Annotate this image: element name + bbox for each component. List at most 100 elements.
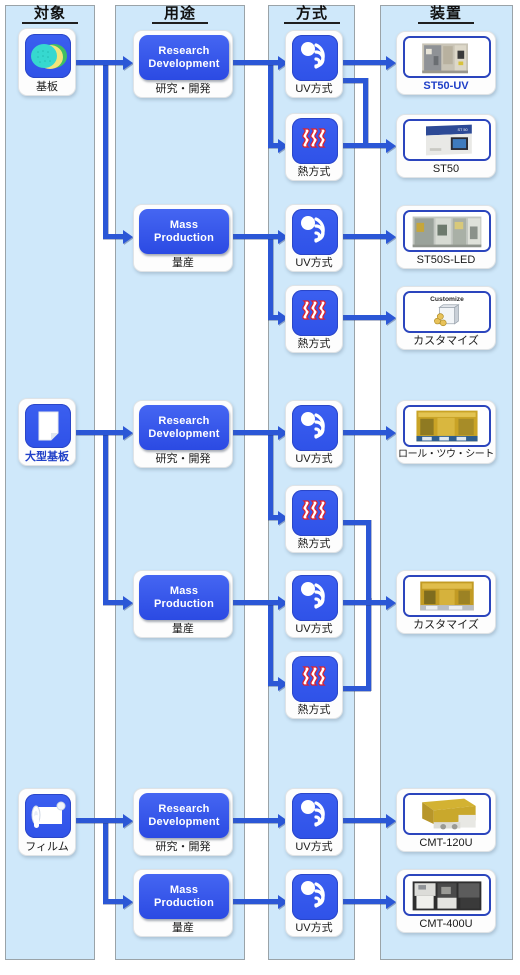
method-node-5[interactable]: UV方式	[285, 400, 343, 468]
device-node-customize-2[interactable]: カスタマイズ	[396, 570, 496, 634]
arrow-m7-d6	[386, 595, 396, 610]
st50-photo-art: ST 50	[405, 121, 489, 159]
usage-box-3[interactable]: Research Development	[139, 405, 229, 450]
cmt400u-machine-photo	[403, 874, 491, 916]
column-header-target: 対象	[22, 6, 78, 24]
target-node-large-substrate[interactable]: 大型基板	[18, 398, 76, 466]
usage-box-6[interactable]: Mass Production	[139, 874, 229, 919]
target-label-substrate: 基板	[36, 81, 58, 93]
customize-line-photo	[403, 575, 491, 617]
usage-line1-5: Research	[158, 802, 210, 815]
uv-radiation-glyph	[301, 216, 325, 243]
method-node-10[interactable]: UV方式	[285, 869, 343, 937]
heat-waves-glyph	[302, 128, 326, 148]
connector-m5-d5	[343, 430, 391, 435]
usage-node-3[interactable]: Research Development 研究・開発	[133, 400, 233, 468]
device-label-st50: ST50	[432, 163, 460, 175]
arrow-t3-u6	[123, 894, 133, 909]
connector-m2-d2	[343, 143, 391, 148]
usage-line2-4: Production	[153, 597, 215, 610]
connector-m3-d3	[343, 234, 391, 239]
device-node-st50s-led[interactable]: ST50S-LED	[396, 205, 496, 269]
customize-illustration-art: Customize	[405, 293, 489, 331]
device-node-customize-1[interactable]: Customize カスタマイズ	[396, 286, 496, 350]
connector-m8-merge-v	[366, 598, 371, 691]
arrow-m4-d4	[386, 310, 396, 325]
usage-line1-4: Mass	[169, 584, 199, 597]
usage-label-3: 研究・開発	[155, 453, 211, 465]
method-label-7: UV方式	[295, 623, 333, 635]
cmt120u-machine-photo	[403, 793, 491, 835]
connector-t1-trunk	[103, 60, 108, 239]
target-node-film[interactable]: フィルム	[18, 788, 76, 856]
column-header-usage: 用途	[152, 6, 208, 24]
usage-node-2[interactable]: Mass Production 量産	[133, 204, 233, 272]
device-node-st50[interactable]: ST 50 ST50	[396, 114, 496, 178]
method-label-5: UV方式	[295, 453, 333, 465]
method-node-9[interactable]: UV方式	[285, 788, 343, 856]
usage-line2-6: Production	[153, 896, 215, 909]
method-node-1[interactable]: UV方式	[285, 30, 343, 98]
usage-node-5[interactable]: Research Development 研究・開発	[133, 788, 233, 856]
device-node-cmt-120u[interactable]: CMT-120U	[396, 788, 496, 852]
usage-node-6[interactable]: Mass Production 量産	[133, 869, 233, 937]
device-label-st50s-led: ST50S-LED	[416, 254, 476, 266]
method-label-6: 熱方式	[297, 538, 331, 550]
heat-waves-glyph	[302, 666, 326, 686]
usage-box-1[interactable]: Research Development	[139, 35, 229, 80]
usage-node-4[interactable]: Mass Production 量産	[133, 570, 233, 638]
film-roll-glyph	[31, 801, 66, 828]
device-label-customize-2: カスタマイズ	[413, 619, 479, 631]
heat-waves-icon	[292, 656, 338, 702]
usage-label-5: 研究・開発	[155, 841, 211, 853]
st50uv-photo-art	[405, 38, 489, 76]
connector-u2-out	[233, 234, 273, 239]
usage-node-1[interactable]: Research Development 研究・開発	[133, 30, 233, 98]
device-label-roll-to-sheet: ロール・ツウ・シート	[398, 449, 494, 460]
large-substrate-icon	[25, 404, 71, 448]
target-node-substrate[interactable]: 基板	[18, 28, 76, 96]
method-node-8[interactable]: 熱方式	[285, 651, 343, 719]
device-node-cmt-400u[interactable]: CMT-400U	[396, 869, 496, 933]
usage-line2-5: Development	[148, 815, 220, 828]
arrow-m1-d1	[386, 55, 396, 70]
method-node-6[interactable]: 熱方式	[285, 485, 343, 553]
method-node-7[interactable]: UV方式	[285, 570, 343, 638]
usage-label-2: 量産	[172, 257, 194, 269]
usage-box-4[interactable]: Mass Production	[139, 575, 229, 620]
arrow-t1-u2	[123, 229, 133, 244]
connector-m1-d1	[343, 60, 391, 65]
arrow-m2-d2	[386, 138, 396, 153]
arrow-t3-u5	[123, 813, 133, 828]
cmt400u-photo-art	[405, 876, 489, 914]
uv-radiation-icon	[292, 35, 338, 81]
usage-box-2[interactable]: Mass Production	[139, 209, 229, 254]
method-node-3[interactable]: UV方式	[285, 204, 343, 272]
heat-waves-glyph	[302, 500, 326, 520]
device-node-roll-to-sheet[interactable]: ロール・ツウ・シート	[396, 400, 496, 464]
connector-u1-out	[233, 60, 273, 65]
heat-waves-icon	[292, 290, 338, 336]
device-label-customize-1: カスタマイズ	[413, 335, 479, 347]
heat-waves-glyph	[302, 300, 326, 320]
roll-to-sheet-photo-art	[405, 407, 489, 445]
connector-m9-d7	[343, 818, 391, 823]
connector-u4-out	[233, 600, 273, 605]
arrow-t2-u3	[123, 425, 133, 440]
method-node-4[interactable]: 熱方式	[285, 285, 343, 353]
connector-u4-trunk	[268, 600, 273, 686]
heat-waves-icon	[292, 118, 338, 164]
connector-u2-trunk	[268, 234, 273, 320]
connector-u1-trunk	[268, 60, 273, 148]
target-label-large-substrate: 大型基板	[25, 451, 69, 463]
usage-line2-3: Development	[148, 427, 220, 440]
connector-m10-d8	[343, 899, 391, 904]
usage-box-5[interactable]: Research Development	[139, 793, 229, 838]
substrate-disks-icon	[25, 34, 71, 78]
process-flow-diagram: 対象 用途 方式 装置 基板 大型基板 フィルム Research Develo…	[0, 0, 520, 975]
device-node-st50-uv[interactable]: ST50-UV	[396, 31, 496, 95]
column-header-device: 装置	[418, 6, 474, 24]
connector-u5-m9	[233, 818, 280, 823]
method-node-2[interactable]: 熱方式	[285, 113, 343, 181]
usage-label-1: 研究・開発	[155, 83, 211, 95]
